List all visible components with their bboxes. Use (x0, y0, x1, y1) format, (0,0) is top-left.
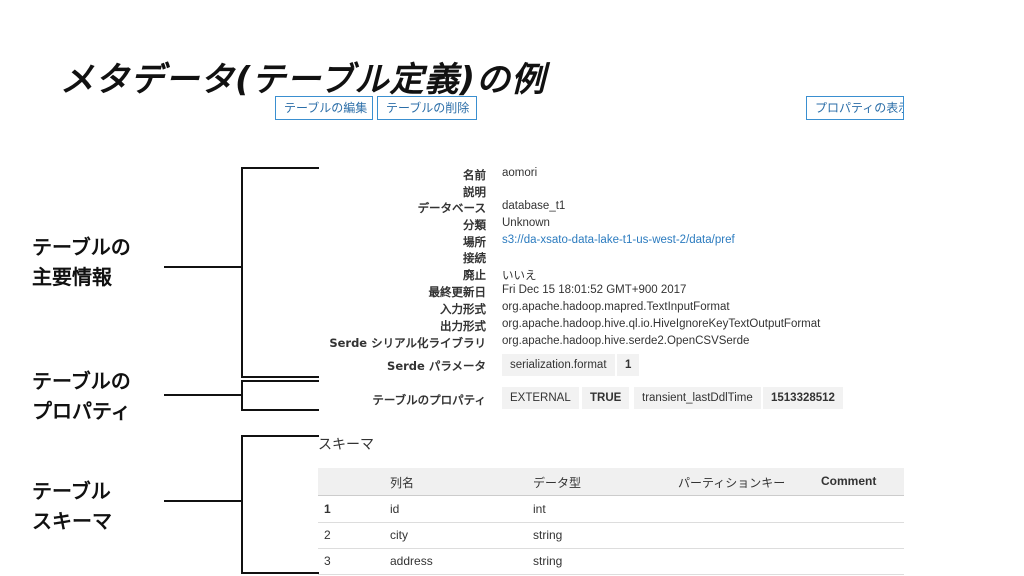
properties-label-line1: テーブルの (32, 369, 131, 393)
table-prop-key: EXTERNAL (502, 387, 579, 409)
detail-value: org.apache.hadoop.hive.serde2.OpenCSVSer… (502, 335, 750, 347)
table-row: 3 address string (318, 548, 904, 575)
schema-title: スキーマ (318, 437, 374, 453)
detail-label: 分類 (463, 218, 486, 232)
detail-label: 最終更新日 (428, 285, 487, 299)
table-row: 1 id int (318, 496, 904, 523)
schema-label-line1: テーブル (32, 479, 111, 503)
schema-label-line2: スキーマ (32, 509, 112, 533)
row-number: 2 (324, 528, 331, 542)
schema-table-header: 列名 データ型 パーティションキー Comment (318, 468, 904, 496)
detail-value: いいえ (502, 270, 537, 282)
properties-label: テーブルの プロパティ (32, 366, 131, 426)
data-type-cell: string (533, 554, 563, 568)
detail-label: 説明 (463, 185, 486, 199)
edit-table-button[interactable]: テーブルの編集 (275, 96, 373, 120)
schema-label: テーブル スキーマ (32, 476, 112, 536)
column-name-cell: city (390, 528, 408, 542)
table-props-label: テーブルのプロパティ (372, 393, 486, 407)
properties-label-line2: プロパティ (32, 399, 131, 423)
detail-value: org.apache.hadoop.hive.ql.io.HiveIgnoreK… (502, 318, 821, 330)
row-number: 1 (324, 502, 331, 516)
main-info-label-line1: テーブルの (32, 235, 131, 259)
main-info-label: テーブルの 主要情報 (32, 232, 131, 292)
detail-value: org.apache.hadoop.mapred.TextInputFormat (502, 301, 730, 313)
location-link[interactable]: s3://da-xsato-data-lake-t1-us-west-2/dat… (502, 234, 735, 246)
detail-label: 接続 (463, 251, 486, 265)
detail-label: 入力形式 (440, 302, 486, 316)
serde-param-value: 1 (617, 354, 640, 376)
column-header[interactable]: パーティションキー (678, 474, 785, 491)
detail-label: 場所 (463, 235, 486, 249)
main-info-label-line2: 主要情報 (32, 265, 112, 289)
table-row: 2 city string (318, 522, 904, 549)
data-type-cell: int (533, 502, 546, 516)
detail-value: Unknown (502, 217, 550, 229)
table-prop-key: transient_lastDdlTime (634, 387, 761, 409)
data-type-cell: string (533, 528, 563, 542)
detail-label: 出力形式 (440, 319, 486, 333)
slide-title: メタデータ(テーブル定義)の例 (60, 60, 547, 100)
column-header[interactable]: Comment (821, 474, 876, 488)
row-number: 3 (324, 554, 331, 568)
column-name-cell: id (390, 502, 400, 516)
column-header[interactable]: 列名 (390, 474, 414, 491)
detail-label: 廃止 (463, 268, 486, 282)
column-name-cell: address (390, 554, 433, 568)
column-header[interactable]: データ型 (533, 474, 581, 491)
detail-value: Fri Dec 15 18:01:52 GMT+900 2017 (502, 284, 687, 296)
table-prop-value: 1513328512 (763, 387, 843, 409)
serde-param-key: serialization.format (502, 354, 615, 376)
detail-value: database_t1 (502, 200, 566, 212)
serde-params-label: Serde パラメータ (387, 359, 486, 373)
table-prop-value: TRUE (582, 387, 630, 409)
detail-value: aomori (502, 167, 538, 179)
detail-label: Serde シリアル化ライブラリ (329, 336, 486, 350)
detail-label: データベース (417, 201, 486, 215)
detail-label: 名前 (463, 168, 486, 182)
show-properties-button[interactable]: プロパティの表示 (806, 96, 904, 120)
delete-table-button[interactable]: テーブルの削除 (377, 96, 477, 120)
